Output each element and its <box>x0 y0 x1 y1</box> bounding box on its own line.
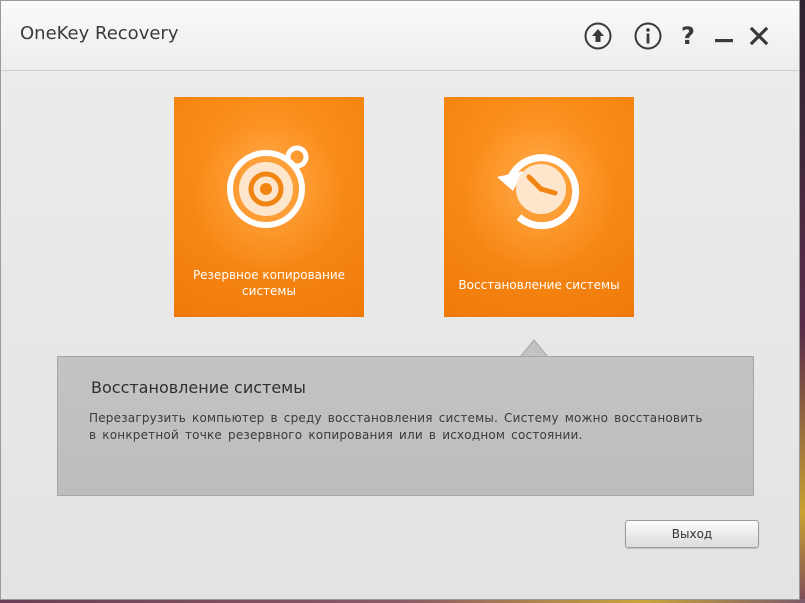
backup-tile-label: Резервное копирование системы <box>192 268 346 298</box>
backup-tile[interactable]: Резервное копирование системы <box>174 97 364 317</box>
close-button[interactable] <box>744 21 774 51</box>
exit-button[interactable]: Выход <box>625 520 759 548</box>
help-button[interactable]: ? <box>673 21 703 51</box>
clock-restore-icon <box>497 154 580 230</box>
description-text: Перезагрузить компьютер в среду восстано… <box>89 411 703 442</box>
description-title: Восстановление системы <box>91 378 306 397</box>
restore-tile-label: Восстановление системы <box>458 278 620 292</box>
onekey-recovery-window: OneKey Recovery ? Резервное копирование … <box>0 0 800 600</box>
info-button[interactable] <box>633 21 663 51</box>
help-icon: ? <box>681 22 695 50</box>
upload-button[interactable] <box>583 21 613 51</box>
minimize-button[interactable] <box>709 21 739 51</box>
close-icon <box>749 26 769 46</box>
minimize-icon <box>715 39 733 43</box>
upload-icon <box>584 22 612 50</box>
info-icon <box>634 22 662 50</box>
restore-tile[interactable]: Восстановление системы <box>444 97 634 317</box>
app-title: OneKey Recovery <box>20 23 179 44</box>
disc-backup-icon <box>227 145 309 228</box>
title-bar: OneKey Recovery ? <box>1 1 799 71</box>
panel-pointer <box>520 339 548 357</box>
description-panel: Восстановление системы Перезагрузить ком… <box>57 356 754 496</box>
